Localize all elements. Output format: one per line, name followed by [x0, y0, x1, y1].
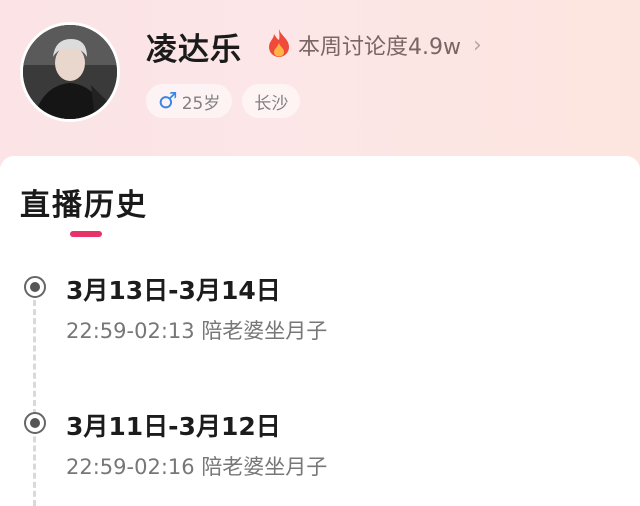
- location-tag: 长沙: [242, 84, 301, 118]
- weekly-heat-link[interactable]: 本周讨论度4.9w ›: [266, 28, 482, 62]
- weekly-heat-label: 本周讨论度4.9w: [298, 35, 461, 60]
- profile-tags: ♂ 25岁 长沙: [146, 84, 301, 118]
- history-entry-detail: 22:59-02:16 陪老婆坐月子: [66, 451, 327, 481]
- age-tag: ♂ 25岁: [146, 84, 233, 118]
- location-label: 长沙: [254, 93, 289, 114]
- radio-dot-icon: [24, 276, 46, 298]
- flame-icon: [266, 28, 292, 62]
- history-entry-time: 22:59-02:16: [66, 455, 195, 479]
- history-entry-topic: 陪老婆坐月子: [201, 319, 328, 343]
- section-title: 直播历史: [20, 188, 148, 223]
- username: 凌达乐: [146, 32, 242, 68]
- history-entry-detail: 22:59-02:13 陪老婆坐月子: [66, 315, 327, 345]
- history-entry-topic: 陪老婆坐月子: [201, 455, 328, 479]
- history-entry-date[interactable]: 3月13日-3月14日: [66, 271, 281, 307]
- male-icon: ♂: [158, 88, 178, 114]
- radio-dot-icon: [24, 412, 46, 434]
- timeline-line: [33, 300, 36, 506]
- avatar[interactable]: [20, 22, 120, 122]
- history-entry-time: 22:59-02:13: [66, 319, 195, 343]
- section-title-underline: [70, 231, 102, 237]
- chevron-right-icon: ›: [472, 32, 482, 58]
- age-label: 25岁: [181, 93, 221, 114]
- history-entry-date[interactable]: 3月11日-3月12日: [66, 407, 281, 443]
